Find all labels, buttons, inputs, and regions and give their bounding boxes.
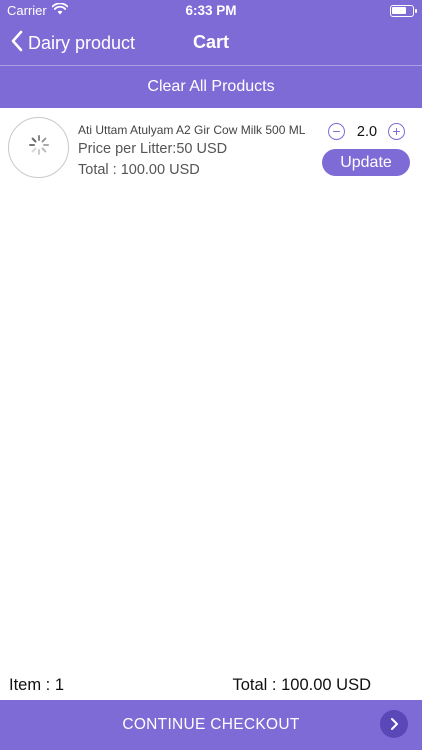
product-total: Total : 100.00 USD bbox=[78, 162, 200, 178]
status-bar: Carrier 6:33 PM bbox=[0, 0, 422, 22]
back-label: Dairy product bbox=[28, 32, 136, 53]
update-button[interactable]: Update bbox=[322, 149, 410, 176]
cart-summary: Item : 1 Total : 100.00 USD bbox=[0, 676, 422, 696]
checkout-label: CONTINUE CHECKOUT bbox=[122, 716, 300, 733]
quantity-value: 2.0 bbox=[356, 124, 378, 140]
item-count: Item : 1 bbox=[9, 676, 65, 694]
back-button[interactable]: Dairy product bbox=[10, 30, 135, 56]
increase-quantity-button[interactable]: + bbox=[388, 123, 405, 140]
battery-icon bbox=[390, 5, 417, 17]
status-time: 6:33 PM bbox=[185, 3, 237, 18]
navigation-header: Carrier 6:33 PM Dairy product Cart bbox=[0, 0, 422, 66]
chevron-left-icon bbox=[10, 30, 24, 57]
product-name: Ati Uttam Atulyam A2 Gir Cow Milk 500 ML bbox=[78, 123, 306, 137]
product-price: Price per Litter:50 USD bbox=[78, 141, 228, 157]
loading-spinner-icon bbox=[28, 134, 50, 161]
grand-total: Total : 100.00 USD bbox=[232, 676, 372, 694]
decrease-quantity-button[interactable]: − bbox=[328, 123, 345, 140]
cart-item: Ati Uttam Atulyam A2 Gir Cow Milk 500 ML… bbox=[0, 108, 422, 190]
continue-checkout-button[interactable]: CONTINUE CHECKOUT bbox=[0, 700, 422, 750]
product-image bbox=[8, 117, 69, 178]
chevron-right-icon[interactable] bbox=[380, 710, 408, 738]
clear-all-button[interactable]: Clear All Products bbox=[0, 66, 422, 108]
quantity-stepper: − 2.0 + bbox=[328, 123, 406, 141]
